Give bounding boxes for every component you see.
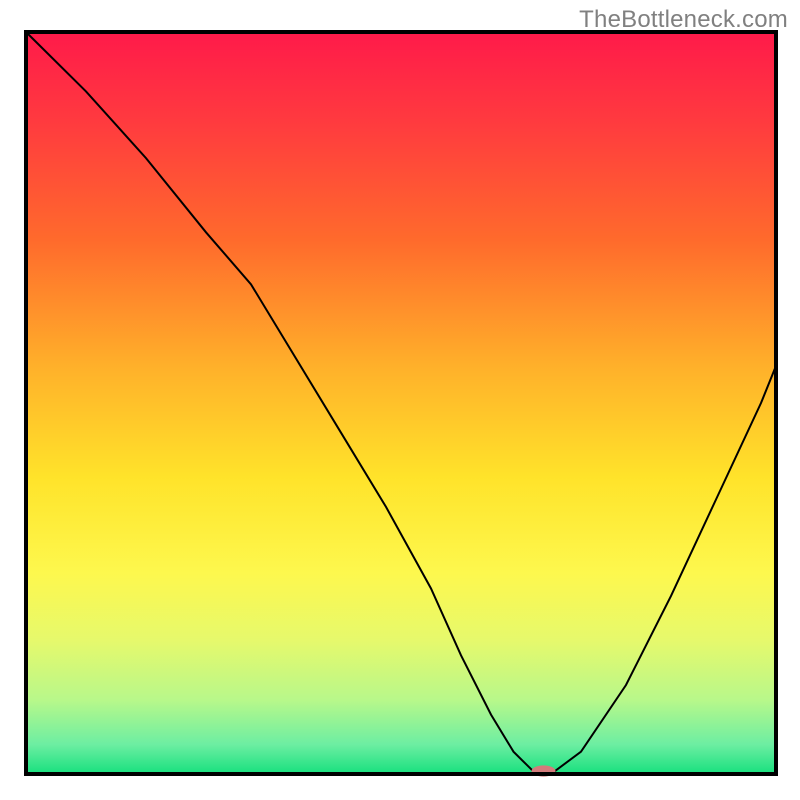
watermark-text: TheBottleneck.com [579,6,788,34]
bottleneck-chart [0,0,800,800]
plot-background [26,32,776,774]
